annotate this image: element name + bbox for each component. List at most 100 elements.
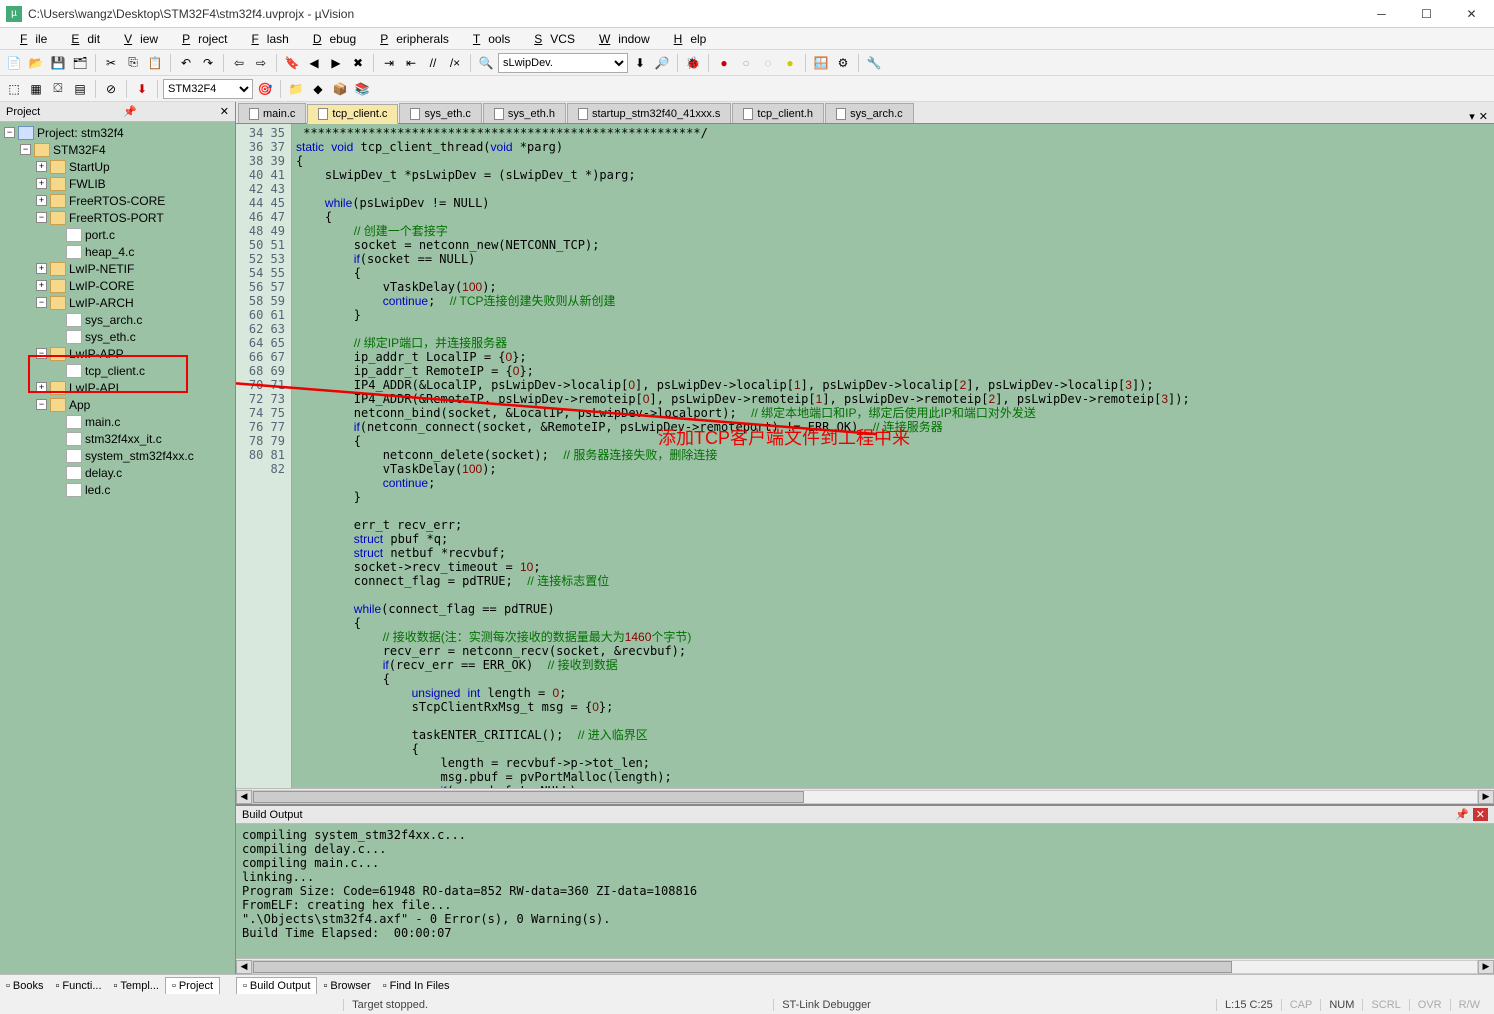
file-tab[interactable]: tcp_client.h	[732, 103, 824, 123]
menu-file[interactable]: File	[4, 30, 55, 48]
breakpoint-enable-icon[interactable]: ●	[780, 53, 800, 73]
build-close-icon[interactable]: ✕	[1473, 808, 1488, 821]
ptab-templ[interactable]: ▫Templ...	[108, 978, 165, 994]
cut-icon[interactable]: ✂	[101, 53, 121, 73]
file-tab[interactable]: main.c	[238, 103, 306, 123]
tree-node[interactable]: +LwIP-CORE	[0, 277, 235, 294]
build-tab[interactable]: ▫Find In Files	[377, 978, 456, 994]
menu-view[interactable]: View	[108, 30, 166, 48]
nav-back-icon[interactable]: ⇦	[229, 53, 249, 73]
tree-node[interactable]: −STM32F4	[0, 141, 235, 158]
minimize-button[interactable]: ─	[1359, 0, 1404, 28]
tools-icon[interactable]: 🔧	[864, 53, 884, 73]
tree-node[interactable]: −LwIP-APP	[0, 345, 235, 362]
menu-help[interactable]: Help	[658, 30, 715, 48]
redo-icon[interactable]: ↷	[198, 53, 218, 73]
build-hscroll[interactable]: ◀ ▶	[236, 958, 1494, 974]
save-icon[interactable]: 💾	[48, 53, 68, 73]
bookmark-clear-icon[interactable]: ✖	[348, 53, 368, 73]
project-tree[interactable]: −Project: stm32f4−STM32F4+StartUp+FWLIB+…	[0, 122, 235, 974]
tree-node[interactable]: sys_eth.c	[0, 328, 235, 345]
bookmark-prev-icon[interactable]: ◀	[304, 53, 324, 73]
code-content[interactable]: ****************************************…	[292, 124, 1494, 788]
menu-edit[interactable]: Edit	[55, 30, 108, 48]
window-icon[interactable]: 🪟	[811, 53, 831, 73]
tree-node[interactable]: main.c	[0, 413, 235, 430]
manage-rte-icon[interactable]: ◆	[308, 79, 328, 99]
menu-flash[interactable]: Flash	[235, 30, 296, 48]
tree-node[interactable]: +FWLIB	[0, 175, 235, 192]
find-next-icon[interactable]: ⬇	[630, 53, 650, 73]
panel-pin-icon[interactable]: 📌	[123, 105, 137, 118]
save-all-icon[interactable]: 🗂	[70, 53, 90, 73]
tree-node[interactable]: +FreeRTOS-CORE	[0, 192, 235, 209]
menu-svcs[interactable]: SVCS	[518, 30, 583, 48]
build-output-text[interactable]: compiling system_stm32f4xx.c... compilin…	[236, 824, 1494, 958]
ptab-functi[interactable]: ▫Functi...	[49, 978, 107, 994]
scroll-right-icon[interactable]: ▶	[1478, 960, 1494, 974]
debug-icon[interactable]: 🐞	[683, 53, 703, 73]
copy-icon[interactable]: ⎘	[123, 53, 143, 73]
tree-node[interactable]: tcp_client.c	[0, 362, 235, 379]
tree-node[interactable]: +StartUp	[0, 158, 235, 175]
comment-icon[interactable]: //	[423, 53, 443, 73]
open-file-icon[interactable]: 📂	[26, 53, 46, 73]
build-pin-icon[interactable]: 📌	[1455, 808, 1469, 821]
bookmark-next-icon[interactable]: ▶	[326, 53, 346, 73]
build-tab[interactable]: ▫Browser	[317, 978, 376, 994]
tree-node[interactable]: delay.c	[0, 464, 235, 481]
pack-installer-icon[interactable]: 📦	[330, 79, 350, 99]
find-infiles-icon[interactable]: 🔎	[652, 53, 672, 73]
undo-icon[interactable]: ↶	[176, 53, 196, 73]
tree-node[interactable]: −Project: stm32f4	[0, 124, 235, 141]
stop-build-icon[interactable]: ⊘	[101, 79, 121, 99]
books-icon[interactable]: 📚	[352, 79, 372, 99]
tab-dropdown-icon[interactable]: ▾	[1469, 110, 1475, 123]
target-options-icon[interactable]: 🎯	[255, 79, 275, 99]
breakpoint-killall-icon[interactable]: ◌	[758, 53, 778, 73]
nav-fwd-icon[interactable]: ⇨	[251, 53, 271, 73]
code-editor[interactable]: 34 35 36 37 38 39 40 41 42 43 44 45 46 4…	[236, 124, 1494, 788]
build-icon[interactable]: ▦	[26, 79, 46, 99]
tab-close-icon[interactable]: ✕	[1479, 110, 1488, 123]
bookmark-icon[interactable]: 🔖	[282, 53, 302, 73]
paste-icon[interactable]: 📋	[145, 53, 165, 73]
ptab-project[interactable]: ▫Project	[165, 977, 220, 994]
batch-build-icon[interactable]: ▤	[70, 79, 90, 99]
panel-close-icon[interactable]: ✕	[220, 105, 229, 118]
new-file-icon[interactable]: 📄	[4, 53, 24, 73]
maximize-button[interactable]: ☐	[1404, 0, 1449, 28]
tree-node[interactable]: stm32f4xx_it.c	[0, 430, 235, 447]
outdent-icon[interactable]: ⇤	[401, 53, 421, 73]
file-tab[interactable]: sys_arch.c	[825, 103, 914, 123]
breakpoint-toggle-icon[interactable]: ●	[714, 53, 734, 73]
scroll-right-icon[interactable]: ▶	[1478, 790, 1494, 804]
find-icon[interactable]: 🔍	[476, 53, 496, 73]
scroll-left-icon[interactable]: ◀	[236, 790, 252, 804]
menu-window[interactable]: Window	[583, 30, 658, 48]
config-icon[interactable]: ⚙	[833, 53, 853, 73]
tree-node[interactable]: +LwIP-API	[0, 379, 235, 396]
file-tab[interactable]: sys_eth.h	[483, 103, 566, 123]
menu-debug[interactable]: Debug	[297, 30, 364, 48]
file-tab[interactable]: sys_eth.c	[399, 103, 481, 123]
build-tab[interactable]: ▫Build Output	[236, 977, 317, 994]
find-combo[interactable]: sLwipDev.	[498, 53, 628, 73]
tree-node[interactable]: −FreeRTOS-PORT	[0, 209, 235, 226]
translate-icon[interactable]: ⬚	[4, 79, 24, 99]
file-tab[interactable]: startup_stm32f40_41xxx.s	[567, 103, 731, 123]
tree-node[interactable]: heap_4.c	[0, 243, 235, 260]
tree-node[interactable]: system_stm32f4xx.c	[0, 447, 235, 464]
scroll-left-icon[interactable]: ◀	[236, 960, 252, 974]
ptab-books[interactable]: ▫Books	[0, 978, 49, 994]
close-button[interactable]: ✕	[1449, 0, 1494, 28]
menu-project[interactable]: Project	[166, 30, 235, 48]
tree-node[interactable]: sys_arch.c	[0, 311, 235, 328]
tree-node[interactable]: led.c	[0, 481, 235, 498]
uncomment-icon[interactable]: /×	[445, 53, 465, 73]
breakpoint-disable-icon[interactable]: ○	[736, 53, 756, 73]
menu-peripherals[interactable]: Peripherals	[364, 30, 457, 48]
tree-node[interactable]: −App	[0, 396, 235, 413]
file-tab[interactable]: tcp_client.c	[307, 104, 398, 124]
tree-node[interactable]: +LwIP-NETIF	[0, 260, 235, 277]
